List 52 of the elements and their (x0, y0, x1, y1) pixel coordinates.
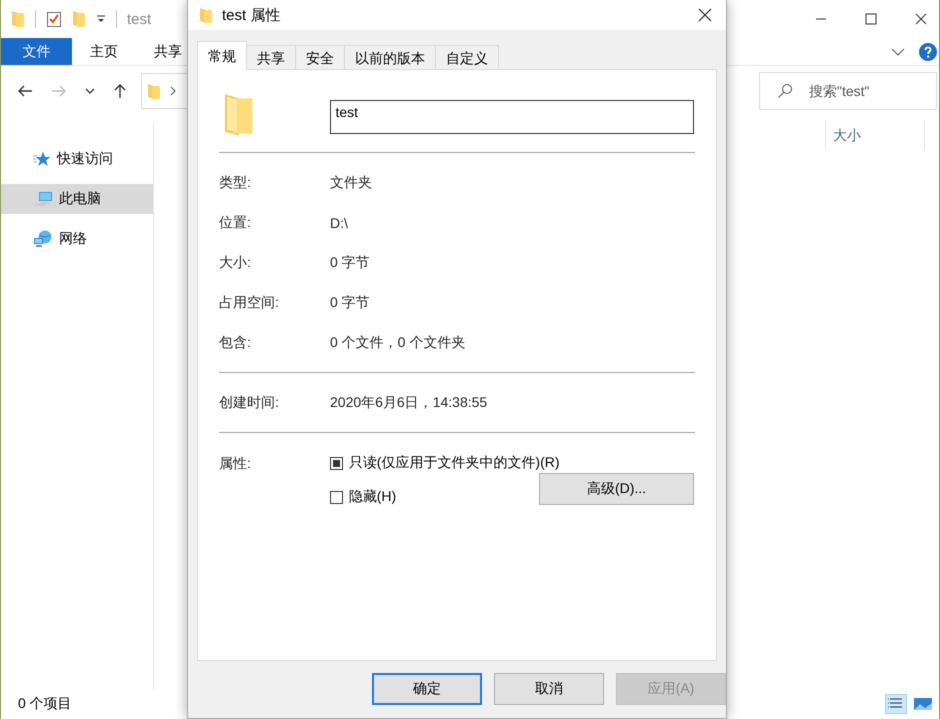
column-header[interactable]: 大小 (825, 120, 925, 150)
advanced-button[interactable]: 高级(D)... (539, 472, 694, 504)
help-icon[interactable] (919, 42, 937, 60)
up-arrow-icon[interactable] (113, 83, 127, 99)
chevron-right-icon (170, 86, 176, 96)
nav-item[interactable]: 快速访问 (1, 144, 153, 174)
property-value: D:\ (330, 215, 348, 231)
tab[interactable]: 常规 (197, 41, 247, 70)
dialog-title: test 属性 (222, 6, 280, 24)
status-text: 0 个项目 (18, 695, 72, 713)
nav-item[interactable]: 网络 (1, 224, 153, 254)
window-title: test (127, 10, 152, 28)
property-value: 2020年6月6日，14:38:55 (330, 394, 488, 412)
property-value: 文件夹 (330, 174, 372, 192)
checkbox-label: 隐藏(H) (348, 488, 396, 506)
property-label: 包含: (219, 334, 252, 352)
property-label: 创建时间: (219, 394, 280, 412)
search-icon (777, 83, 793, 99)
dropdown-icon[interactable] (96, 14, 106, 24)
close-icon[interactable] (698, 8, 712, 22)
preview-view-icon[interactable] (913, 696, 933, 712)
tab[interactable]: 自定义 (435, 45, 499, 70)
dialog-button[interactable]: 确定 (372, 673, 482, 705)
name-field[interactable]: test (330, 100, 694, 134)
property-label: 类型: (219, 174, 252, 192)
folder-icon (148, 83, 160, 99)
search-field[interactable]: 搜索"test" (759, 72, 937, 110)
property-label: 占用空间: (219, 294, 280, 312)
star-icon (33, 151, 51, 167)
close-icon[interactable] (915, 13, 927, 25)
property-value: 0 字节 (330, 254, 370, 272)
property-label: 大小: (219, 254, 252, 272)
network-icon (33, 230, 53, 248)
dialog-button[interactable]: 取消 (494, 673, 604, 705)
computer-icon (33, 191, 53, 207)
maximize-icon[interactable] (865, 13, 877, 25)
details-view-icon[interactable] (885, 694, 907, 714)
property-value: 0 个文件，0 个文件夹 (330, 334, 466, 352)
ribbon-tab[interactable]: 主页 (72, 38, 136, 65)
chevron-down-icon[interactable] (85, 87, 95, 95)
checkbox[interactable] (330, 490, 343, 504)
attributes-label: 属性: (219, 454, 252, 473)
folder-icon (200, 7, 212, 23)
file-menu-tab[interactable]: 文件 (1, 38, 72, 65)
checkbox[interactable] (330, 456, 343, 470)
back-arrow-icon[interactable] (17, 84, 33, 98)
property-label: 位置: (219, 214, 252, 232)
checklist-icon[interactable] (46, 10, 62, 28)
property-value: 0 字节 (330, 294, 370, 312)
nav-item[interactable]: 此电脑 (1, 184, 153, 214)
chevron-down-icon[interactable] (891, 46, 905, 56)
checkbox-label: 只读(仅应用于文件夹中的文件)(R) (348, 454, 560, 472)
